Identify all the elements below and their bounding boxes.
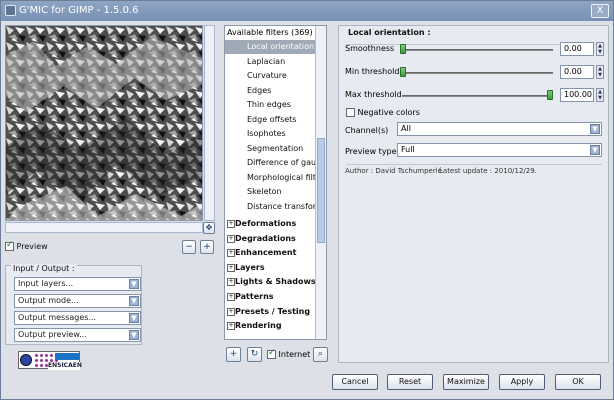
- filter-item[interactable]: Edge offsets: [225, 113, 317, 127]
- filter-item[interactable]: Morphological filter: [225, 171, 317, 185]
- internet-toggle[interactable]: Internet: [267, 348, 311, 359]
- filter-header: Available filters (369) :: [227, 28, 313, 46]
- filter-category[interactable]: Lights & Shadows: [225, 275, 317, 289]
- filter-category[interactable]: Patterns: [225, 290, 317, 304]
- smoothness-spin-icon[interactable]: ▲ ▼: [596, 42, 604, 56]
- dropdown-icon: ▼: [129, 279, 139, 289]
- preview-label: Preview: [16, 242, 48, 251]
- negative-colors-toggle[interactable]: Negative colors: [346, 108, 420, 117]
- window-title: G'MIC for GIMP - 1.5.0.6: [19, 5, 139, 16]
- dropdown-icon: ▼: [590, 145, 600, 155]
- internet-checkbox[interactable]: [267, 348, 276, 359]
- gmic-window: G'MIC for GIMP - 1.5.0.6 X ✥ ✓ Preview −…: [0, 0, 614, 400]
- smoothness-slider[interactable]: [402, 49, 553, 51]
- output-preview-value: Output preview...: [18, 330, 87, 339]
- output-mode-select[interactable]: Output mode... ▼: [14, 294, 141, 308]
- smoothness-handle[interactable]: [400, 44, 406, 54]
- preview-vertical-scrollbar[interactable]: [204, 25, 215, 221]
- min-threshold-slider[interactable]: [402, 72, 553, 74]
- io-group: Input / Output : Input layers... ▼ Output…: [5, 264, 142, 345]
- negative-colors-label: Negative colors: [357, 108, 420, 117]
- input-layers-value: Input layers...: [18, 279, 74, 288]
- cancel-button[interactable]: Cancel: [332, 374, 378, 390]
- channels-select[interactable]: All ▼: [397, 122, 602, 136]
- preview-horizontal-scrollbar[interactable]: [5, 222, 203, 233]
- preview-noise-image: [6, 26, 202, 220]
- output-messages-value: Output messages...: [18, 313, 97, 322]
- preview-toggle[interactable]: Preview: [5, 240, 48, 251]
- gmic-logo-icon: [20, 354, 32, 366]
- filter-scroll-thumb[interactable]: [317, 138, 325, 243]
- refresh-icon[interactable]: ↻: [247, 347, 262, 362]
- channels-label: Channel(s): [345, 126, 389, 135]
- max-threshold-value[interactable]: 100.00: [560, 88, 594, 102]
- ok-button[interactable]: OK: [555, 374, 601, 390]
- negative-colors-checkbox[interactable]: [346, 108, 355, 117]
- smoothness-value[interactable]: 0.00: [560, 42, 594, 56]
- max-threshold-slider[interactable]: [402, 95, 553, 97]
- filter-item[interactable]: Difference of gaussi: [225, 156, 317, 170]
- channels-value: All: [401, 124, 411, 133]
- preview-type-select[interactable]: Full ▼: [397, 143, 602, 157]
- title-bar: G'MIC for GIMP - 1.5.0.6 X: [1, 1, 613, 21]
- move-preview-icon[interactable]: ✥: [203, 222, 215, 234]
- filter-parameters-panel: Local orientation : Smoothness 0.00 ▲ ▼ M…: [338, 25, 609, 363]
- filter-tree[interactable]: Available filters (369) : Local orientat…: [224, 25, 327, 340]
- min-threshold-value[interactable]: 0.00: [560, 65, 594, 79]
- filter-item[interactable]: Curvature: [225, 69, 317, 83]
- add-filter-icon[interactable]: +: [226, 347, 241, 362]
- author-text: Author : David Tschumperlé: [345, 167, 442, 175]
- preview-type-value: Full: [401, 145, 415, 154]
- output-mode-value: Output mode...: [18, 296, 79, 305]
- filter-item[interactable]: Local orientation: [225, 40, 317, 54]
- filter-category[interactable]: Layers: [225, 261, 317, 275]
- filter-category[interactable]: Presets / Testing: [225, 305, 317, 319]
- filter-item[interactable]: Edges: [225, 84, 317, 98]
- filter-category[interactable]: Deformations: [225, 217, 317, 231]
- preview-checkbox[interactable]: [5, 240, 14, 251]
- parameters-title: Local orientation :: [346, 28, 433, 37]
- dropdown-icon: ▼: [129, 296, 139, 306]
- ensicaen-text: ENSICAEN: [48, 362, 82, 370]
- max-threshold-spin-icon[interactable]: ▲ ▼: [596, 88, 604, 102]
- preview-type-label: Preview type: [345, 147, 397, 156]
- filter-item[interactable]: Segmentation: [225, 142, 317, 156]
- latest-update-text: Latest update : 2010/12/29.: [439, 167, 537, 175]
- output-preview-select[interactable]: Output preview... ▼: [14, 328, 141, 342]
- dropdown-icon: ▼: [590, 124, 600, 134]
- filter-category[interactable]: Enhancement: [225, 246, 317, 260]
- filter-item[interactable]: Thin edges: [225, 98, 317, 112]
- image-preview[interactable]: [5, 25, 203, 221]
- maximize-button[interactable]: Maximize: [443, 374, 489, 390]
- zoom-in-icon[interactable]: +: [200, 240, 214, 254]
- ensicaen-logo-icon: [55, 353, 79, 360]
- filter-scrollbar[interactable]: [315, 26, 326, 339]
- io-title: Input / Output :: [11, 264, 77, 273]
- filter-item[interactable]: Isophotes: [225, 127, 317, 141]
- apply-button[interactable]: Apply: [499, 374, 545, 390]
- dropdown-icon: ▼: [129, 313, 139, 323]
- filter-item[interactable]: Distance transform: [225, 200, 317, 214]
- reset-button[interactable]: Reset: [387, 374, 433, 390]
- output-messages-select[interactable]: Output messages... ▼: [14, 311, 141, 325]
- input-layers-select[interactable]: Input layers... ▼: [14, 277, 141, 291]
- max-threshold-label: Max threshold: [345, 90, 402, 99]
- info-separator: [346, 164, 602, 165]
- filter-category[interactable]: Rendering: [225, 319, 317, 333]
- min-threshold-handle[interactable]: [400, 67, 406, 77]
- max-threshold-handle[interactable]: [547, 90, 553, 100]
- logo: ENSICAEN: [18, 351, 82, 370]
- min-threshold-label: Min threshold: [345, 67, 400, 76]
- smoothness-label: Smoothness: [345, 44, 395, 53]
- filter-category[interactable]: Degradations: [225, 232, 317, 246]
- zoom-out-icon[interactable]: −: [182, 240, 196, 254]
- internet-label: Internet: [278, 350, 311, 359]
- filter-item[interactable]: Laplacian: [225, 55, 317, 69]
- dropdown-icon: ▼: [129, 330, 139, 340]
- filter-item[interactable]: Skeleton: [225, 185, 317, 199]
- app-icon: [5, 5, 16, 16]
- min-threshold-spin-icon[interactable]: ▲ ▼: [596, 65, 604, 79]
- close-button[interactable]: X: [591, 4, 609, 18]
- search-icon[interactable]: ⌕: [313, 347, 328, 362]
